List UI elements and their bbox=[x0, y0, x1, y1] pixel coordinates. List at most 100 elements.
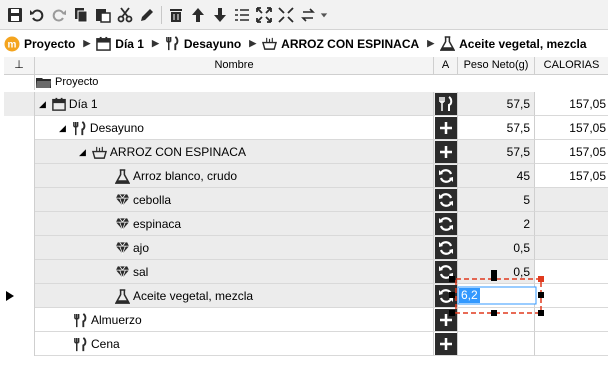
calendar-icon bbox=[52, 97, 66, 111]
a-column-header[interactable]: A bbox=[434, 57, 458, 74]
expand-icon[interactable] bbox=[253, 4, 275, 26]
refresh-icon[interactable] bbox=[434, 236, 457, 259]
name-cell[interactable]: Arroz blanco, crudo bbox=[35, 164, 434, 188]
breadcrumb-item-aceite[interactable]: Aceite vegetal, mezcla bbox=[440, 36, 587, 51]
name-cell[interactable]: sal bbox=[35, 260, 434, 284]
name-cell[interactable]: ajo bbox=[35, 236, 434, 260]
add-icon[interactable] bbox=[434, 116, 457, 139]
undo-icon[interactable] bbox=[26, 4, 48, 26]
add-icon[interactable] bbox=[434, 140, 457, 163]
name-cell[interactable]: espinaca bbox=[35, 212, 434, 236]
calorias-cell[interactable]: 157,05 bbox=[535, 92, 608, 116]
refresh-icon[interactable] bbox=[434, 164, 457, 187]
calorias-cell[interactable] bbox=[535, 212, 608, 236]
tree-row[interactable]: Arroz blanco, crudo 45 157,05 bbox=[4, 164, 608, 188]
peso-cell[interactable]: 57,5 bbox=[458, 140, 535, 164]
tree-row[interactable]: cebolla 5 bbox=[4, 188, 608, 212]
row-selector[interactable] bbox=[4, 116, 35, 140]
peso-cell[interactable]: 57,5 bbox=[458, 116, 535, 140]
peso-cell[interactable]: 45 bbox=[458, 164, 535, 188]
calorias-column-header[interactable]: CALORIAS bbox=[535, 57, 608, 74]
row-selector[interactable] bbox=[4, 140, 35, 164]
calorias-cell[interactable]: 157,05 bbox=[535, 116, 608, 140]
calorias-cell[interactable] bbox=[535, 236, 608, 260]
collapse-triangle-icon[interactable]: ◢ bbox=[79, 140, 86, 164]
copy-icon[interactable] bbox=[70, 4, 92, 26]
breadcrumb-item-arroz[interactable]: ARROZ CON ESPINACA bbox=[262, 36, 419, 51]
breadcrumb-item-dia[interactable]: Día 1 bbox=[96, 36, 144, 51]
row-label: espinaca bbox=[133, 217, 182, 231]
row-selector[interactable] bbox=[4, 260, 35, 284]
calorias-cell[interactable] bbox=[535, 332, 608, 356]
a-cell[interactable] bbox=[434, 140, 458, 164]
tree-row[interactable]: Cena bbox=[4, 332, 608, 356]
collapse-triangle-icon[interactable]: ◢ bbox=[59, 116, 66, 140]
paste-icon[interactable] bbox=[92, 4, 114, 26]
pin-column-header[interactable]: ⊥ bbox=[4, 57, 35, 74]
calorias-cell[interactable]: 157,05 bbox=[535, 164, 608, 188]
row-selector[interactable] bbox=[4, 284, 35, 308]
delete-icon[interactable] bbox=[165, 4, 187, 26]
tree-row[interactable]: ◢ ARROZ CON ESPINACA 57,5 157,05 bbox=[4, 140, 608, 164]
save-icon[interactable] bbox=[4, 4, 26, 26]
tree-row[interactable]: espinaca 2 bbox=[4, 212, 608, 236]
fork-knife-button-icon[interactable] bbox=[434, 92, 457, 115]
a-cell[interactable] bbox=[434, 164, 458, 188]
row-name: espinaca bbox=[115, 212, 181, 236]
name-cell[interactable]: ◢ ARROZ CON ESPINACA bbox=[35, 140, 434, 164]
calorias-cell[interactable] bbox=[535, 188, 608, 212]
add-icon[interactable] bbox=[434, 332, 457, 355]
refresh-icon[interactable] bbox=[434, 188, 457, 211]
peso-column-header[interactable]: Peso Neto(g) bbox=[458, 57, 535, 74]
redo-icon[interactable] bbox=[48, 4, 70, 26]
name-cell[interactable]: ◢ Desayuno bbox=[35, 116, 434, 140]
svg-text:m: m bbox=[8, 39, 17, 50]
row-label: Día 1 bbox=[68, 97, 98, 111]
tree-row[interactable]: Proyecto bbox=[4, 74, 608, 90]
refresh-icon[interactable] bbox=[434, 212, 457, 235]
peso-edit-input[interactable]: 6,2 bbox=[459, 288, 480, 303]
move-up-icon[interactable] bbox=[187, 4, 209, 26]
row-selector[interactable] bbox=[4, 332, 35, 356]
row-selector[interactable] bbox=[4, 164, 35, 188]
tree-row[interactable]: ajo 0,5 bbox=[4, 236, 608, 260]
collapse-icon[interactable] bbox=[275, 4, 297, 26]
peso-cell[interactable]: 57,5 bbox=[458, 92, 535, 116]
tree-row[interactable]: ◢ Día 1 57,5 157,05 bbox=[4, 92, 608, 116]
peso-cell[interactable]: 5 bbox=[458, 188, 535, 212]
calorias-cell[interactable]: 157,05 bbox=[535, 140, 608, 164]
a-cell[interactable] bbox=[434, 116, 458, 140]
name-cell[interactable]: ◢ Día 1 bbox=[35, 92, 434, 116]
peso-cell[interactable]: 2 bbox=[458, 212, 535, 236]
peso-cell[interactable] bbox=[458, 332, 535, 356]
row-selector[interactable] bbox=[4, 212, 35, 236]
breadcrumb-label: Desayuno bbox=[183, 36, 242, 51]
row-selector[interactable] bbox=[4, 188, 35, 212]
row-selector[interactable] bbox=[4, 74, 35, 90]
a-cell[interactable] bbox=[434, 188, 458, 212]
row-name: Aceite vegetal, mezcla bbox=[115, 284, 253, 308]
name-cell[interactable]: Aceite vegetal, mezcla bbox=[35, 284, 434, 308]
a-cell[interactable] bbox=[434, 332, 458, 356]
row-selector[interactable] bbox=[4, 308, 35, 332]
peso-cell[interactable]: 0,5 bbox=[458, 236, 535, 260]
name-cell[interactable]: Cena bbox=[35, 332, 434, 356]
cut-icon[interactable] bbox=[114, 4, 136, 26]
edit-icon[interactable] bbox=[136, 4, 158, 26]
list-icon[interactable] bbox=[231, 4, 253, 26]
name-cell[interactable]: Almuerzo bbox=[35, 308, 434, 332]
move-down-icon[interactable] bbox=[209, 4, 231, 26]
a-cell[interactable] bbox=[434, 92, 458, 116]
breadcrumb-item-desayuno[interactable]: Desayuno bbox=[165, 36, 241, 51]
dropdown-arrow-icon[interactable] bbox=[319, 4, 329, 26]
name-cell[interactable]: cebolla bbox=[35, 188, 434, 212]
tree-row[interactable]: ◢ Desayuno 57,5 157,05 bbox=[4, 116, 608, 140]
row-selector[interactable] bbox=[4, 236, 35, 260]
row-selector[interactable] bbox=[4, 92, 35, 116]
a-cell[interactable] bbox=[434, 236, 458, 260]
breadcrumb-item-proyecto[interactable]: m Proyecto bbox=[4, 36, 75, 52]
name-column-header[interactable]: Nombre bbox=[35, 57, 434, 74]
swap-icon[interactable] bbox=[297, 4, 319, 26]
collapse-triangle-icon[interactable]: ◢ bbox=[39, 92, 46, 116]
a-cell[interactable] bbox=[434, 212, 458, 236]
